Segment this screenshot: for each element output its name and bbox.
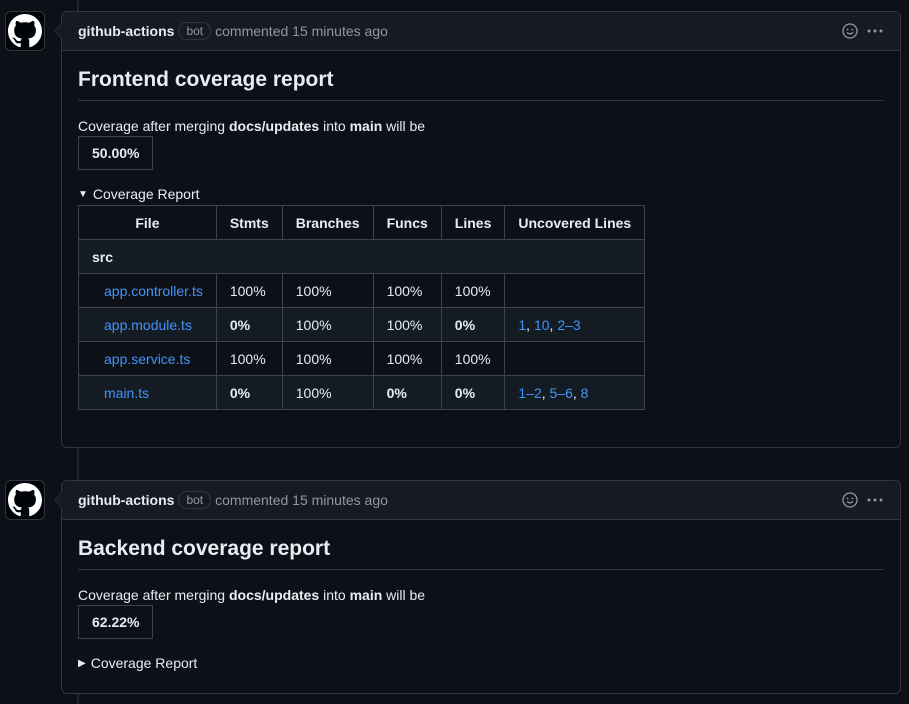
author-link[interactable]: github-actions — [78, 492, 174, 508]
coverage-table: File Stmts Branches Funcs Lines Uncovere… — [77, 205, 646, 411]
uncovered-lines — [504, 273, 646, 309]
table-row: app.controller.ts 100% 100% 100% 100% — [78, 273, 646, 309]
caret-down-icon: ▼ — [78, 188, 88, 200]
bot-badge: bot — [178, 22, 212, 40]
table-row: main.ts 0% 100% 0% 0% 1–2, 5–6, 8 — [78, 375, 646, 411]
file-link[interactable]: app.service.ts — [104, 351, 190, 367]
uncovered-line-link[interactable]: 1 — [518, 317, 526, 333]
coverage-report-toggle[interactable]: ▶ Coverage Report — [78, 655, 884, 671]
comment-box: github-actions bot commented 15 minutes … — [54, 11, 901, 448]
report-title: Frontend coverage report — [78, 67, 884, 102]
col-branches: Branches — [281, 205, 374, 241]
table-row: app.service.ts 100% 100% 100% 100% — [78, 341, 646, 377]
uncovered-line-link[interactable]: 10 — [534, 317, 550, 333]
target-branch: main — [349, 587, 383, 604]
source-branch: docs/updates — [228, 587, 320, 604]
col-lines: Lines — [440, 205, 506, 241]
coverage-summary: Coverage after merging docs/updates into… — [78, 587, 426, 604]
col-stmts: Stmts — [215, 205, 283, 241]
comment-header: github-actions bot commented 15 minutes … — [54, 12, 900, 51]
uncovered-lines — [504, 341, 646, 377]
uncovered-line-link[interactable]: 2–3 — [557, 317, 580, 333]
caret-right-icon: ▶ — [78, 657, 86, 669]
col-funcs: Funcs — [372, 205, 442, 241]
kebab-horizontal-icon[interactable] — [866, 492, 884, 508]
col-uncovered: Uncovered Lines — [504, 205, 646, 241]
uncovered-lines: 1, 10, 2–3 — [504, 307, 646, 343]
avatar[interactable] — [5, 480, 45, 520]
github-mark-icon — [8, 483, 42, 517]
avatar[interactable] — [5, 11, 45, 51]
uncovered-line-link[interactable]: 5–6 — [550, 385, 573, 401]
github-mark-icon — [8, 14, 42, 48]
comment-timestamp[interactable]: commented 15 minutes ago — [215, 23, 388, 39]
source-branch: docs/updates — [228, 118, 320, 135]
comment-timestamp[interactable]: commented 15 minutes ago — [215, 492, 388, 508]
kebab-horizontal-icon[interactable] — [866, 23, 884, 39]
bot-badge: bot — [178, 491, 212, 509]
uncovered-lines: 1–2, 5–6, 8 — [504, 375, 646, 411]
comment-box: github-actions bot commented 15 minutes … — [54, 480, 901, 694]
coverage-percentage: 62.22% — [78, 605, 154, 640]
file-link[interactable]: app.controller.ts — [104, 283, 203, 299]
comment-header: github-actions bot commented 15 minutes … — [54, 481, 900, 520]
uncovered-line-link[interactable]: 8 — [581, 385, 589, 401]
coverage-percentage: 50.00% — [78, 136, 154, 171]
coverage-report-toggle[interactable]: ▼ Coverage Report — [78, 186, 884, 202]
smiley-icon[interactable] — [842, 492, 858, 508]
smiley-icon[interactable] — [842, 23, 858, 39]
table-row: app.module.ts 0% 100% 100% 0% 1, 10, 2–3 — [78, 307, 646, 343]
group-row: src — [77, 239, 646, 275]
uncovered-line-link[interactable]: 1–2 — [518, 385, 541, 401]
coverage-summary: Coverage after merging docs/updates into… — [78, 118, 426, 135]
author-link[interactable]: github-actions — [78, 23, 174, 39]
file-link[interactable]: app.module.ts — [104, 317, 192, 333]
col-file: File — [78, 205, 217, 241]
file-link[interactable]: main.ts — [104, 385, 149, 401]
report-title: Backend coverage report — [78, 536, 884, 571]
target-branch: main — [349, 118, 383, 135]
